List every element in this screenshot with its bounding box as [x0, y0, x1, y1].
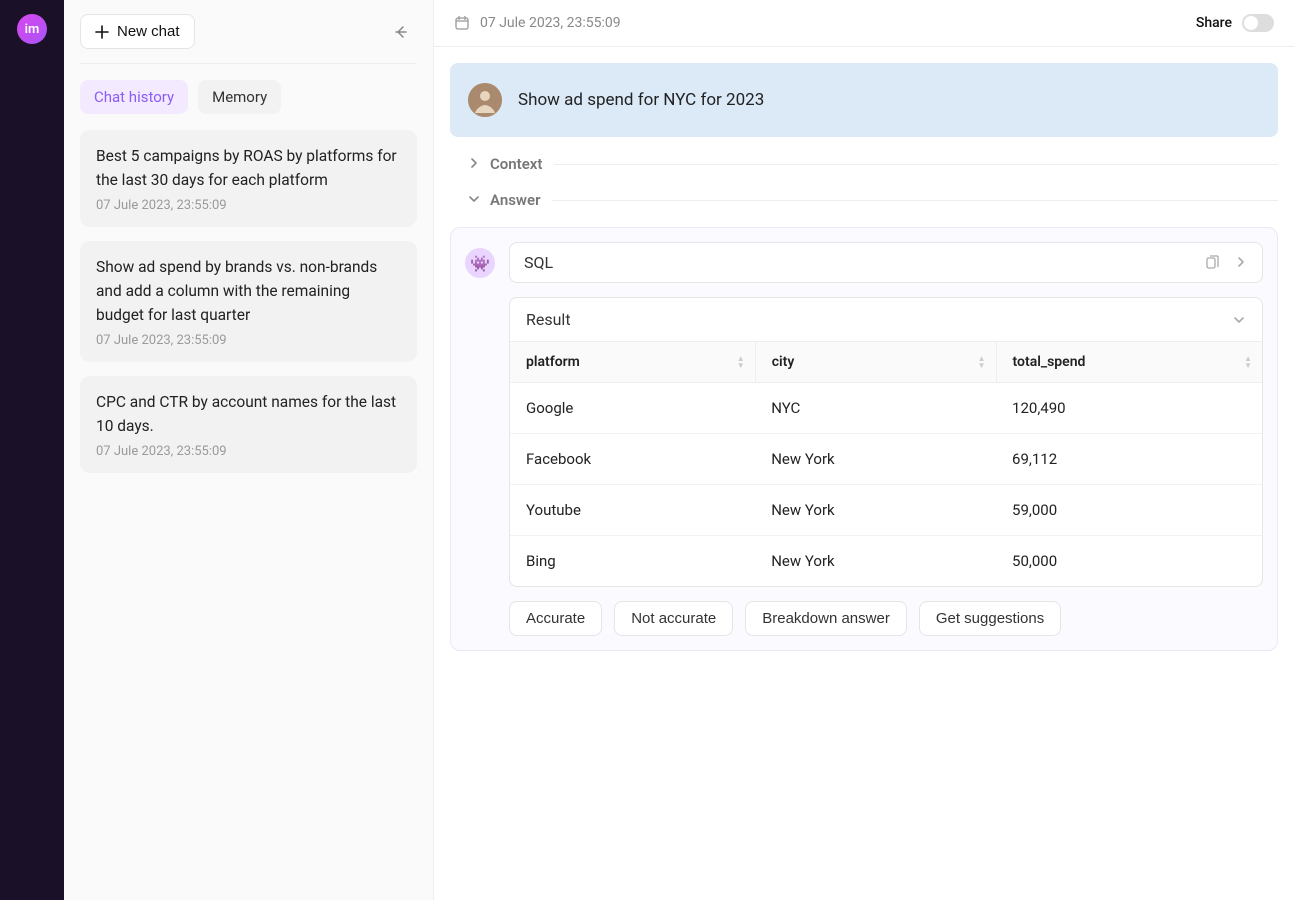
answer-section-header[interactable]: Answer [450, 191, 1278, 209]
sql-label: SQL [524, 253, 553, 272]
cell: 69,112 [996, 434, 1262, 485]
history-item[interactable]: Best 5 campaigns by ROAS by platforms fo… [80, 130, 417, 227]
new-chat-button[interactable]: New chat [80, 14, 195, 49]
context-section-header[interactable]: Context [450, 155, 1278, 173]
main-panel: 07 Jule 2023, 23:55:09 Share Show ad spe… [434, 0, 1294, 900]
chevron-down-icon [468, 193, 482, 207]
chat-content: Show ad spend for NYC for 2023 Context A… [434, 47, 1294, 667]
cell: 50,000 [996, 536, 1262, 587]
chat-history-list: Best 5 campaigns by ROAS by platforms fo… [80, 130, 417, 473]
suggestions-button[interactable]: Get suggestions [919, 601, 1061, 636]
history-item-time: 07 Jule 2023, 23:55:09 [96, 198, 401, 213]
user-message: Show ad spend for NYC for 2023 [450, 63, 1278, 137]
history-item-time: 07 Jule 2023, 23:55:09 [96, 333, 401, 348]
cell: 59,000 [996, 485, 1262, 536]
column-label: platform [526, 354, 580, 370]
plus-icon [95, 25, 109, 39]
cell: Google [510, 383, 755, 434]
table-row: Bing New York 50,000 [510, 536, 1262, 587]
collapse-sidebar-button[interactable] [385, 16, 417, 48]
expand-chevron-right-icon[interactable] [1234, 255, 1248, 271]
copy-icon[interactable] [1204, 255, 1220, 271]
history-item[interactable]: CPC and CTR by account names for the las… [80, 376, 417, 473]
context-label: Context [490, 155, 542, 173]
sort-icon: ▲▼ [978, 355, 986, 369]
column-label: city [772, 354, 795, 370]
table-row: Youtube New York 59,000 [510, 485, 1262, 536]
collapse-chevron-down-icon[interactable] [1232, 313, 1246, 327]
arrow-left-icon [393, 24, 409, 40]
result-table: platform ▲▼ city ▲▼ total_spend ▲▼ Google N… [510, 341, 1262, 586]
topbar-timestamp: 07 Jule 2023, 23:55:09 [480, 15, 621, 31]
tab-chat-history[interactable]: Chat history [80, 80, 188, 114]
share-toggle[interactable] [1242, 14, 1274, 32]
tab-memory[interactable]: Memory [198, 80, 281, 114]
column-header[interactable]: platform ▲▼ [510, 342, 755, 383]
breakdown-button[interactable]: Breakdown answer [745, 601, 907, 636]
nav-rail: im [0, 0, 64, 900]
sort-icon: ▲▼ [1244, 355, 1252, 369]
feedback-row: Accurate Not accurate Breakdown answer G… [509, 601, 1263, 636]
cell: Bing [510, 536, 755, 587]
cell: Facebook [510, 434, 755, 485]
sidebar: New chat Chat history Memory Best 5 camp… [64, 0, 434, 900]
cell: Youtube [510, 485, 755, 536]
sort-icon: ▲▼ [737, 355, 745, 369]
column-label: total_spend [1013, 354, 1086, 370]
divider [554, 164, 1278, 165]
accurate-button[interactable]: Accurate [509, 601, 602, 636]
column-header[interactable]: city ▲▼ [755, 342, 996, 383]
table-row: Facebook New York 69,112 [510, 434, 1262, 485]
user-message-text: Show ad spend for NYC for 2023 [518, 90, 764, 110]
cell: New York [755, 485, 996, 536]
sql-block[interactable]: SQL [509, 242, 1263, 283]
bot-avatar: 👾 [465, 248, 495, 278]
not-accurate-button[interactable]: Not accurate [614, 601, 733, 636]
answer-card: 👾 SQL Result [450, 227, 1278, 651]
cell: NYC [755, 383, 996, 434]
share-label: Share [1196, 15, 1232, 31]
chevron-right-icon [468, 157, 482, 171]
table-row: Google NYC 120,490 [510, 383, 1262, 434]
answer-label: Answer [490, 191, 540, 209]
history-item[interactable]: Show ad spend by brands vs. non-brands a… [80, 241, 417, 362]
history-item-title: CPC and CTR by account names for the las… [96, 390, 401, 438]
history-item-time: 07 Jule 2023, 23:55:09 [96, 444, 401, 459]
new-chat-label: New chat [117, 23, 180, 40]
app-logo[interactable]: im [17, 14, 47, 44]
calendar-icon [454, 15, 470, 31]
sidebar-tabs: Chat history Memory [80, 80, 417, 114]
cell: New York [755, 434, 996, 485]
user-avatar [468, 83, 502, 117]
divider [552, 200, 1278, 201]
column-header[interactable]: total_spend ▲▼ [996, 342, 1262, 383]
result-box: Result platform ▲▼ city ▲▼ total_spend ▲▼ [509, 297, 1263, 587]
result-label: Result [526, 310, 571, 329]
history-item-title: Show ad spend by brands vs. non-brands a… [96, 255, 401, 327]
history-item-title: Best 5 campaigns by ROAS by platforms fo… [96, 144, 401, 192]
cell: New York [755, 536, 996, 587]
cell: 120,490 [996, 383, 1262, 434]
topbar: 07 Jule 2023, 23:55:09 Share [434, 0, 1294, 47]
